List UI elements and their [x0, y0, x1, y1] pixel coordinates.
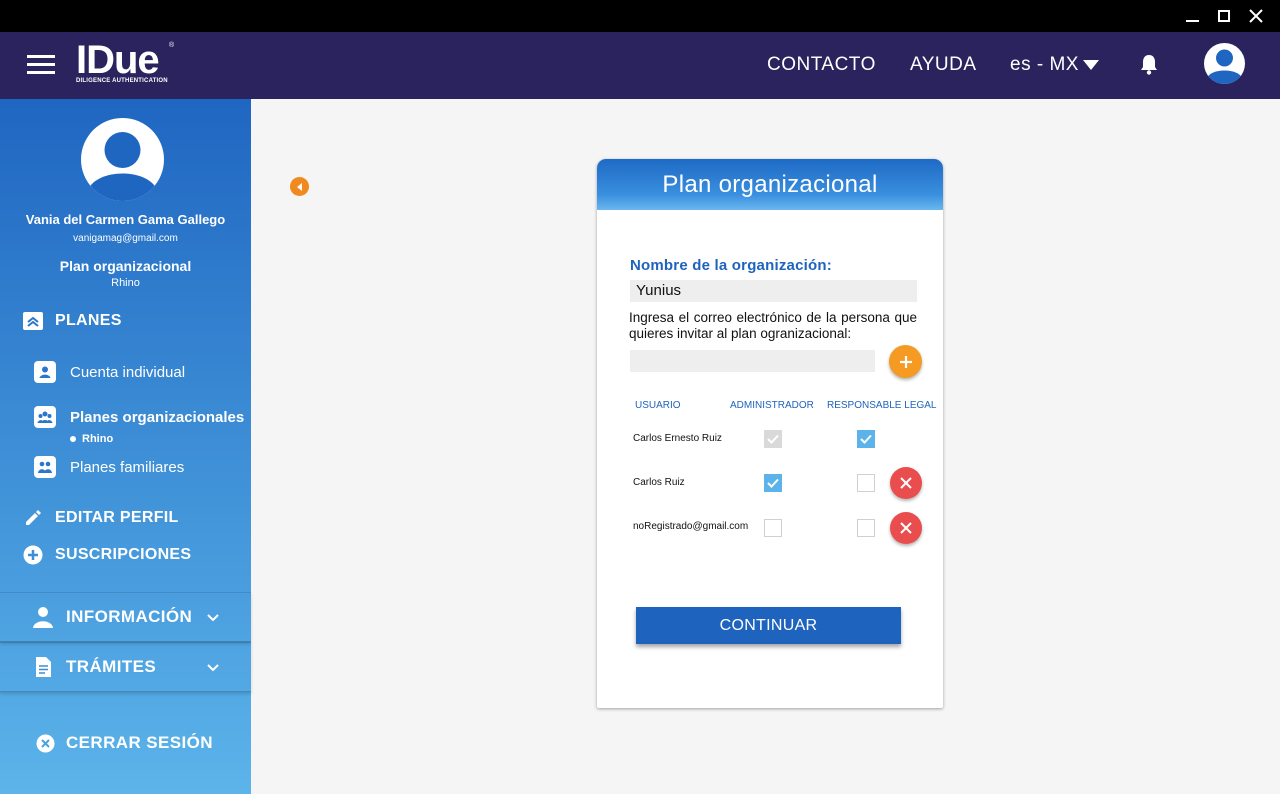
sidebar-item-suscripciones[interactable]: SUSCRIPCIONES — [22, 544, 191, 566]
logo-subtitle: DILIGENCE AUTHENTICATION — [76, 78, 168, 84]
hamburger-icon — [27, 55, 55, 58]
accordion-label: INFORMACIÓN — [66, 607, 193, 626]
pencil-icon — [22, 507, 44, 529]
logo-registered-mark: ® — [169, 42, 175, 49]
user-name: Vania del Carmen Gama Gallego — [25, 212, 226, 227]
check-icon — [767, 434, 779, 444]
sidebar-item-planes[interactable]: PLANES — [22, 310, 122, 332]
caret-down-icon — [1082, 60, 1099, 70]
plus-icon — [899, 355, 912, 368]
user-avatar-icon — [1207, 49, 1242, 84]
logo-main: IDue — [76, 38, 160, 82]
user-avatar-icon — [88, 132, 157, 201]
organization-name-label: Nombre de la organización: — [630, 257, 832, 274]
sidebar-item-label: Cuenta individual — [70, 363, 186, 381]
table-row-user: Carlos Ernesto Ruiz — [633, 433, 722, 444]
close-icon — [900, 522, 912, 534]
add-user-button[interactable] — [889, 345, 922, 378]
nav-help-link[interactable]: AYUDA — [910, 54, 977, 76]
bell-icon — [1141, 55, 1157, 75]
app-header: IDue DILIGENCE AUTHENTICATION ® CONTACTO… — [0, 32, 1280, 99]
sidebar-accordion-informacion[interactable]: INFORMACIÓN — [0, 592, 251, 642]
card-title: Plan organizacional — [597, 159, 943, 210]
sidebar-item-editar-perfil[interactable]: EDITAR PERFIL — [22, 507, 179, 529]
minimize-button[interactable] — [1182, 6, 1202, 26]
organization-icon — [34, 406, 56, 428]
logo: IDue DILIGENCE AUTHENTICATION ® — [76, 38, 174, 84]
column-header-user: USUARIO — [635, 400, 681, 411]
sidebar-item-planes-familiares[interactable]: Planes familiares — [34, 456, 184, 478]
notifications-button[interactable] — [1139, 54, 1159, 76]
sidebar-subitem-label: Rhino — [82, 433, 114, 445]
legal-checkbox[interactable] — [857, 430, 875, 448]
language-label: es - MX — [1010, 54, 1079, 75]
invite-email-input[interactable] — [630, 350, 875, 372]
sidebar-item-label: EDITAR PERFIL — [55, 509, 179, 526]
arrow-left-icon — [296, 182, 302, 191]
sidebar-accordion-tramites[interactable]: TRÁMITES — [0, 642, 251, 692]
sidebar-item-label: PLANES — [55, 312, 122, 329]
organization-plan-card: Plan organizacional Nombre de la organiz… — [597, 159, 943, 708]
bullet-icon — [70, 436, 76, 442]
table-row-user: noRegistrado@gmail.com — [633, 521, 749, 532]
close-icon — [1249, 9, 1263, 23]
maximize-icon — [1218, 10, 1230, 22]
organization-name-field[interactable]: Yunius — [630, 280, 917, 302]
plus-circle-icon — [22, 544, 44, 566]
menu-button[interactable] — [27, 55, 55, 75]
admin-checkbox[interactable] — [764, 430, 782, 448]
continue-button[interactable]: CONTINUAR — [636, 607, 901, 644]
legal-checkbox[interactable] — [857, 519, 875, 537]
column-header-legal: RESPONSABLE LEGAL — [827, 400, 937, 411]
nav-contact-link[interactable]: CONTACTO — [767, 54, 876, 76]
document-icon — [31, 655, 55, 679]
logout-button[interactable]: CERRAR SESIÓN — [34, 732, 213, 754]
legal-checkbox[interactable] — [857, 474, 875, 492]
window-titlebar — [0, 0, 1280, 32]
logout-label: CERRAR SESIÓN — [66, 733, 213, 752]
chevron-up-box-icon — [22, 310, 44, 332]
profile-avatar — [81, 118, 164, 201]
plan-title: Plan organizacional — [59, 258, 192, 274]
minimize-icon — [1185, 20, 1199, 22]
user-avatar-button[interactable] — [1204, 43, 1245, 84]
check-icon — [767, 478, 779, 488]
remove-user-button[interactable] — [890, 467, 922, 499]
sidebar-subitem-rhino[interactable]: Rhino — [70, 433, 113, 445]
sidebar-item-planes-organizacionales[interactable]: Planes organizacionales — [34, 406, 244, 428]
sidebar-item-label: Planes organizacionales — [70, 408, 245, 426]
sidebar-item-cuenta-individual[interactable]: Cuenta individual — [34, 361, 185, 383]
language-selector[interactable]: es - MX — [1010, 54, 1099, 76]
close-icon — [900, 477, 912, 489]
remove-user-button[interactable] — [890, 512, 922, 544]
sidebar-item-label: Planes familiares — [70, 458, 185, 476]
sidebar: Vania del Carmen Gama Gallego vanigamag@… — [0, 99, 251, 794]
chevron-down-icon — [207, 664, 219, 672]
user-email: vanigamag@gmail.com — [73, 233, 178, 244]
person-icon — [31, 605, 55, 629]
individual-account-icon — [34, 361, 56, 383]
column-header-admin: ADMINISTRADOR — [730, 400, 814, 411]
collapse-sidebar-button[interactable] — [290, 177, 309, 196]
plan-name: Rhino — [111, 277, 140, 289]
maximize-button[interactable] — [1214, 6, 1234, 26]
sidebar-item-label: SUSCRIPCIONES — [55, 546, 192, 563]
admin-checkbox[interactable] — [764, 519, 782, 537]
invite-email-label: Ingresa el correo electrónico de la pers… — [629, 310, 917, 341]
close-circle-icon — [34, 732, 56, 754]
chevron-down-icon — [207, 614, 219, 622]
check-icon — [860, 434, 872, 444]
admin-checkbox[interactable] — [764, 474, 782, 492]
table-row-user: Carlos Ruiz — [633, 477, 685, 488]
family-icon — [34, 456, 56, 478]
close-window-button[interactable] — [1246, 6, 1266, 26]
accordion-label: TRÁMITES — [66, 657, 157, 676]
